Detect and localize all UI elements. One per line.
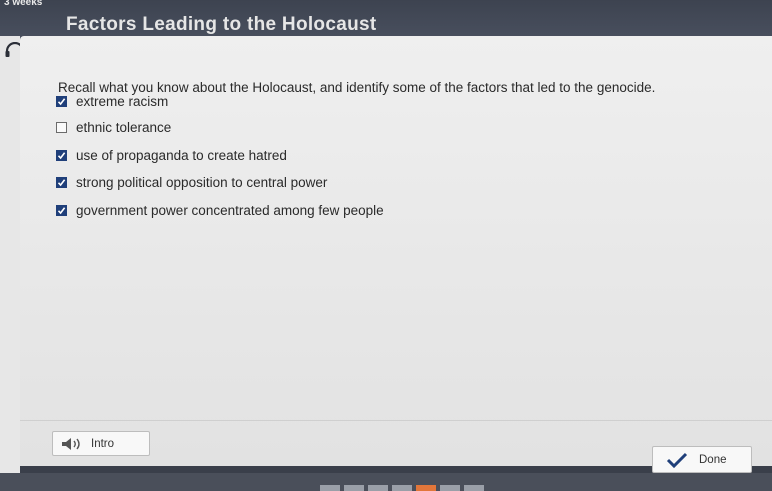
speaker-icon [62, 437, 80, 450]
checkmark-icon [57, 207, 66, 215]
progress-step[interactable] [320, 485, 340, 491]
progress-indicator [320, 485, 484, 491]
done-button[interactable]: Done [652, 446, 752, 473]
checkmark-icon [666, 452, 688, 468]
option-label: government power concentrated among few … [76, 203, 384, 218]
progress-step[interactable] [464, 485, 484, 491]
progress-step-current[interactable] [416, 485, 436, 491]
progress-step[interactable] [392, 485, 412, 491]
footer-divider [20, 420, 772, 421]
intro-button[interactable]: Intro [52, 431, 150, 456]
progress-step[interactable] [344, 485, 364, 491]
question-prompt: Recall what you know about the Holocaust… [58, 80, 656, 95]
checkmark-icon [57, 98, 66, 106]
option-extreme-racism[interactable]: extreme racism [56, 94, 168, 109]
checkbox-checked[interactable] [56, 150, 67, 161]
option-label: strong political opposition to central p… [76, 175, 328, 190]
checkbox-checked[interactable] [56, 205, 67, 216]
checkmark-icon [57, 179, 66, 187]
progress-step[interactable] [440, 485, 460, 491]
option-label: use of propaganda to create hatred [76, 148, 287, 163]
status-text: 3 weeks [4, 0, 43, 8]
option-propaganda[interactable]: use of propaganda to create hatred [56, 148, 287, 163]
option-ethnic-tolerance[interactable]: ethnic tolerance [56, 120, 171, 135]
checkbox-checked[interactable] [56, 177, 67, 188]
done-label: Done [699, 453, 727, 466]
option-label: ethnic tolerance [76, 120, 172, 135]
option-label: extreme racism [76, 94, 169, 109]
page-title: Factors Leading to the Holocaust [66, 14, 377, 35]
intro-label: Intro [91, 437, 115, 450]
checkbox-unchecked[interactable] [56, 122, 67, 133]
left-strip [0, 36, 20, 491]
checkbox-checked[interactable] [56, 96, 67, 107]
option-political-opposition[interactable]: strong political opposition to central p… [56, 175, 327, 190]
progress-step[interactable] [368, 485, 388, 491]
checkmark-icon [57, 152, 66, 160]
option-concentrated-power[interactable]: government power concentrated among few … [56, 203, 384, 218]
